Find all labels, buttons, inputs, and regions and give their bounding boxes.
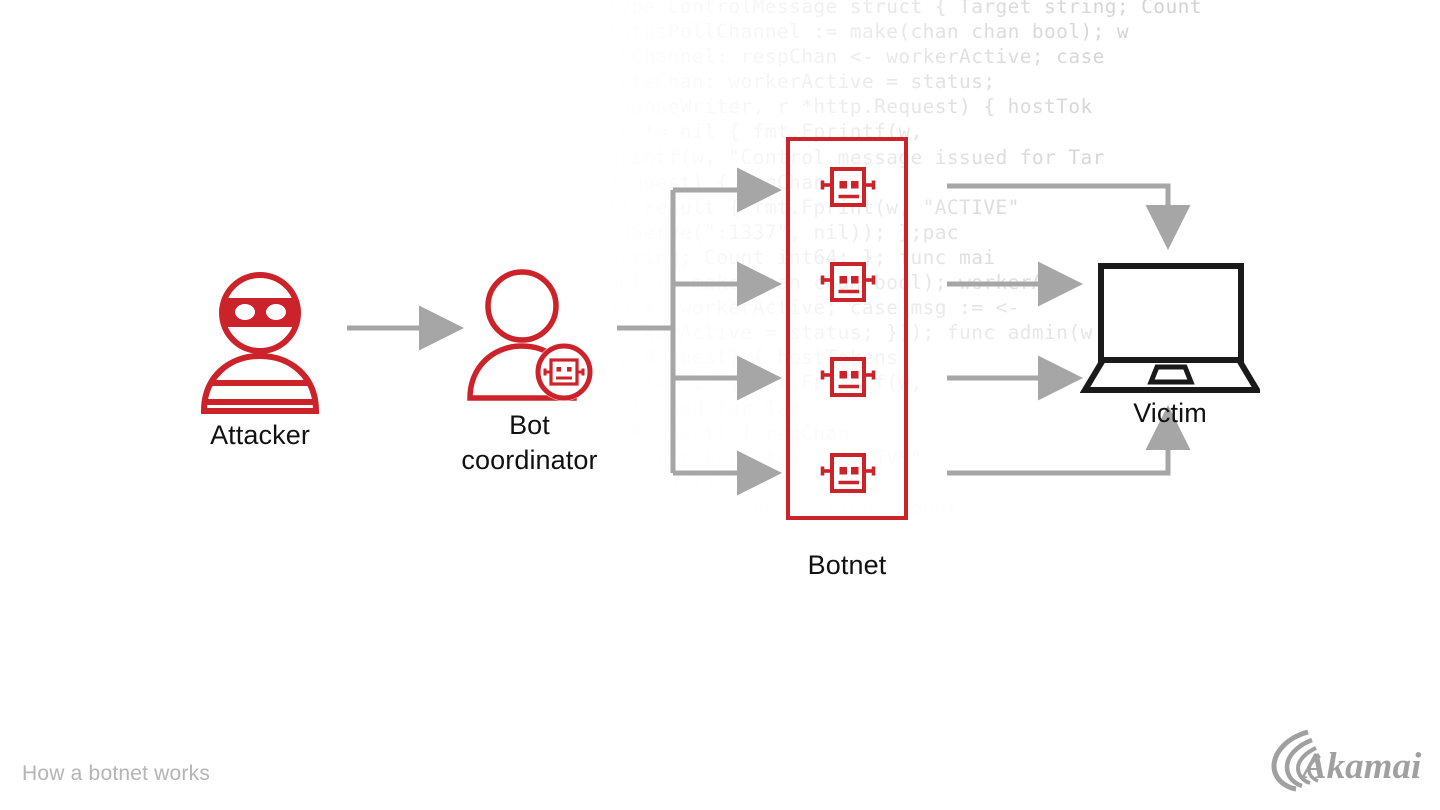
akamai-logo: Akamai xyxy=(1268,726,1428,792)
footer-caption: How a botnet works xyxy=(22,762,211,785)
bot-face-icon xyxy=(820,357,876,397)
edge-bot-4-to-victim xyxy=(947,405,1191,476)
bot-face-icon xyxy=(820,262,876,302)
node-label-attacker: Attacker xyxy=(210,420,310,450)
node-bot-4 xyxy=(818,452,878,494)
node-bot-coordinator: Bot coordinator xyxy=(461,268,597,475)
bot-face-icon xyxy=(820,167,876,207)
akamai-logo-text: Akamai xyxy=(1300,746,1422,787)
masked-burglar-icon xyxy=(200,272,320,414)
node-bot-2 xyxy=(818,261,878,303)
node-victim: Victim xyxy=(1079,262,1263,428)
node-label-bot-coordinator-line1: Bot xyxy=(509,410,550,440)
node-attacker: Attacker xyxy=(190,270,330,450)
node-bot-1 xyxy=(818,166,878,208)
edge-bot-1-to-victim xyxy=(947,183,1191,250)
diagram-canvas: const string = "time" ); type ControlMes… xyxy=(0,0,1440,810)
node-bot-3 xyxy=(818,356,878,398)
node-label-victim: Victim xyxy=(1133,398,1207,428)
akamai-logo-icon: Akamai xyxy=(1271,729,1422,792)
laptop-icon xyxy=(1079,263,1263,393)
node-label-botnet: Botnet xyxy=(807,550,887,580)
node-label-bot-coordinator-line2: coordinator xyxy=(461,445,598,475)
user-with-bot-badge-icon xyxy=(467,269,593,401)
node-label-bot-coordinator: Bot coordinator xyxy=(397,408,662,478)
bot-face-icon xyxy=(820,453,876,493)
